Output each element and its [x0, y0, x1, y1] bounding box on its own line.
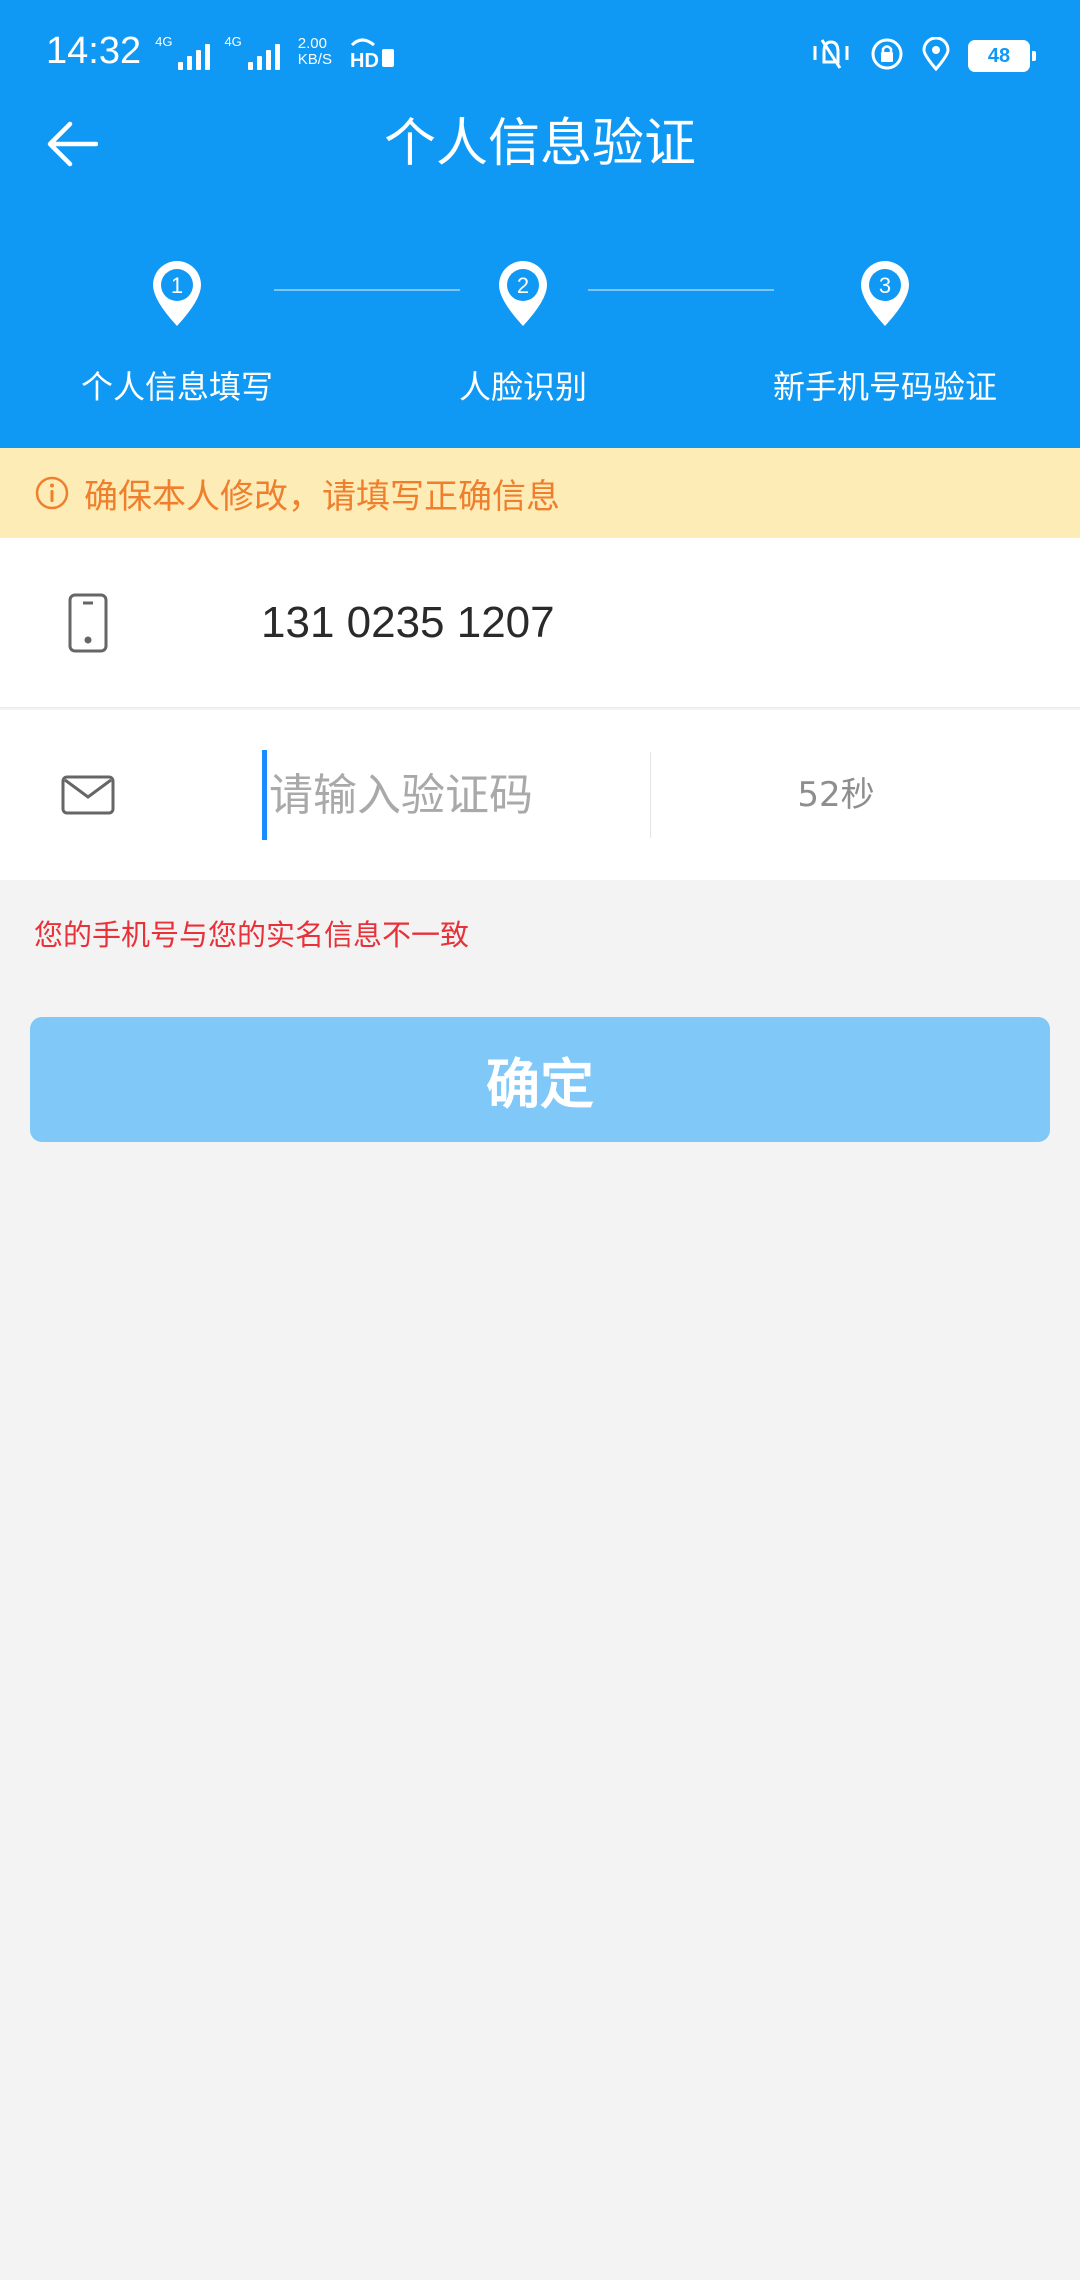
confirm-button[interactable]: 确定: [30, 1017, 1050, 1142]
network-speed-value: 2.00: [297, 34, 327, 52]
network-speed: 2.00 KB/S: [297, 34, 332, 68]
step-number: 3: [879, 273, 891, 298]
rotation-lock-icon: [870, 37, 904, 75]
verification-code-input[interactable]: [262, 750, 642, 840]
network-type-1: 4G: [155, 33, 173, 49]
phone-icon: [58, 593, 118, 653]
signal-icon: 4G: [155, 33, 211, 70]
phone-row: 131 0235 1207: [0, 538, 1080, 708]
battery-icon: 48: [968, 40, 1036, 72]
notice-text: 确保本人修改，请填写正确信息: [84, 476, 560, 517]
page-title: 个人信息验证: [383, 114, 696, 174]
verification-code-row: 52秒: [0, 710, 1080, 880]
step-indicator: 1 个人信息填写 2 人脸识别 3 新手机号码验证: [0, 258, 1080, 418]
header: 14:32 4G 4G 2.00 KB/S HD 48 个人信息验证 1 个人信…: [0, 0, 1080, 448]
location-pin-icon: 1: [153, 261, 201, 326]
network-type-2: 4G: [224, 33, 242, 49]
location-pin-icon: 2: [499, 261, 547, 326]
step-label: 新手机号码验证: [772, 368, 997, 406]
step-label: 人脸识别: [458, 368, 587, 406]
location-pin-icon: 3: [861, 261, 909, 326]
step-connector: [588, 289, 774, 291]
vibrate-icon: [810, 36, 852, 76]
error-message: 您的手机号与您的实名信息不一致: [34, 918, 470, 952]
hd-call-icon: HD: [348, 35, 398, 69]
phone-number-value: 131 0235 1207: [261, 598, 555, 647]
step-connector: [274, 289, 460, 291]
status-time: 14:32: [46, 30, 142, 72]
notice-banner: 确保本人修改，请填写正确信息: [0, 448, 1080, 538]
step-number: 2: [517, 273, 529, 298]
signal-icon: 4G: [224, 33, 280, 70]
info-icon: [35, 476, 69, 510]
network-speed-unit: KB/S: [297, 50, 332, 68]
svg-text:HD: HD: [350, 50, 379, 69]
mail-icon: [58, 765, 118, 825]
step-number: 1: [171, 273, 183, 298]
step-label: 个人信息填写: [80, 368, 273, 406]
status-bar: 14:32 4G 4G 2.00 KB/S HD 48: [0, 0, 1080, 110]
resend-countdown-button[interactable]: 52秒: [651, 710, 1021, 880]
location-icon: [922, 36, 950, 75]
